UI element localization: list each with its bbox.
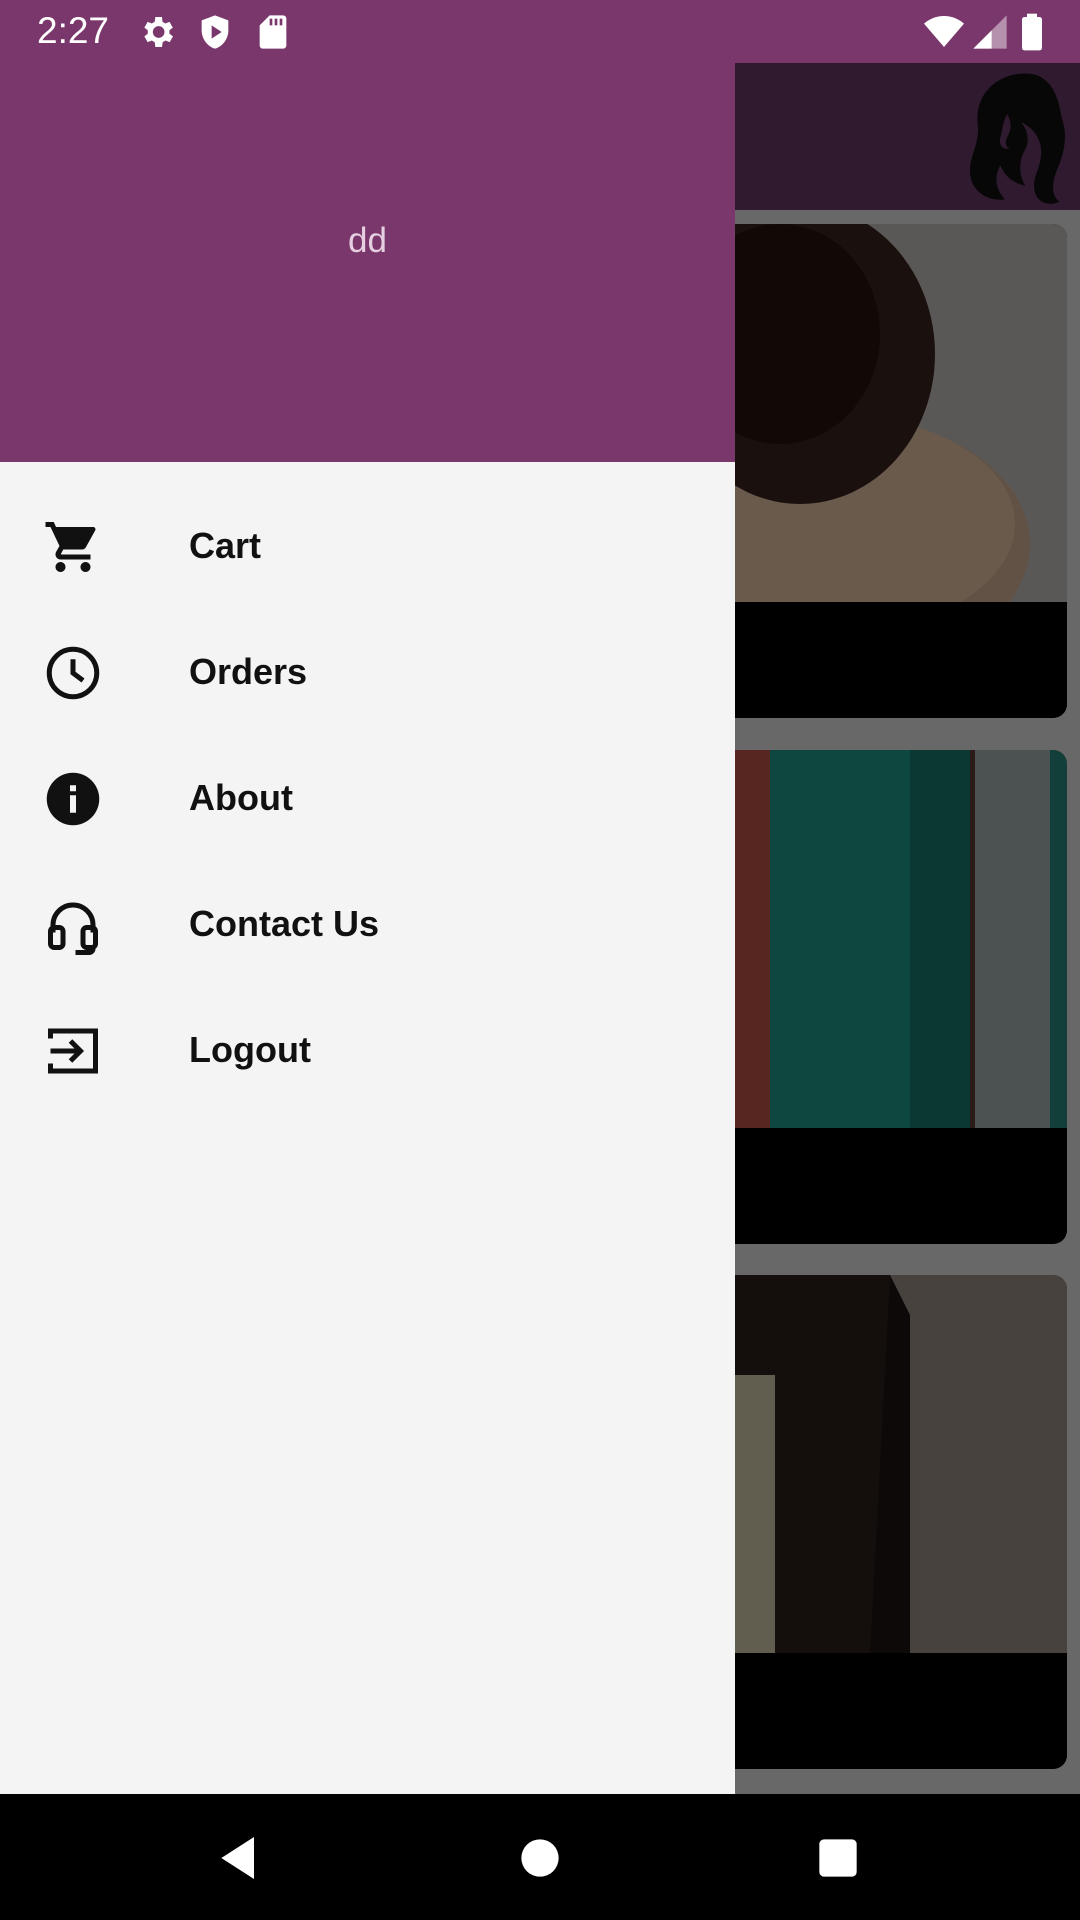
- status-bar: 2:27: [0, 0, 1080, 63]
- battery-icon: [1022, 13, 1042, 51]
- headset-icon: [48, 902, 98, 955]
- clock-icon: [46, 646, 100, 700]
- navigation-bar: [0, 1794, 1080, 1920]
- drawer-header: dd: [0, 63, 735, 462]
- recents-icon[interactable]: [810, 1830, 866, 1886]
- back-icon[interactable]: [212, 1830, 268, 1886]
- drawer-item-orders[interactable]: Orders: [0, 609, 735, 735]
- home-icon[interactable]: [512, 1830, 568, 1886]
- status-time: 2:27: [37, 10, 110, 51]
- signal-icon: [973, 15, 1007, 49]
- wifi-icon: [924, 16, 964, 47]
- drawer-item-label: Logout: [189, 1029, 311, 1070]
- drawer-item-logout[interactable]: Logout: [0, 987, 735, 1113]
- sd-card-icon: [259, 15, 287, 49]
- drawer-item-label: Cart: [189, 525, 262, 566]
- drawer-item-label: About: [189, 777, 293, 818]
- drawer-item-cart[interactable]: Cart: [0, 483, 735, 609]
- cart-icon: [45, 522, 96, 572]
- navigation-drawer: dd Cart Orders About Contact Us Logout: [0, 63, 735, 1794]
- info-icon: [46, 772, 100, 826]
- drawer-item-label: Contact Us: [189, 903, 380, 944]
- gear-icon: [144, 17, 173, 47]
- shield-play-icon: [201, 15, 229, 49]
- logout-icon: [48, 1028, 98, 1074]
- drawer-item-about[interactable]: About: [0, 735, 735, 861]
- drawer-user-name: dd: [348, 221, 387, 260]
- drawer-item-label: Orders: [189, 651, 308, 692]
- drawer-item-contact-us[interactable]: Contact Us: [0, 861, 735, 987]
